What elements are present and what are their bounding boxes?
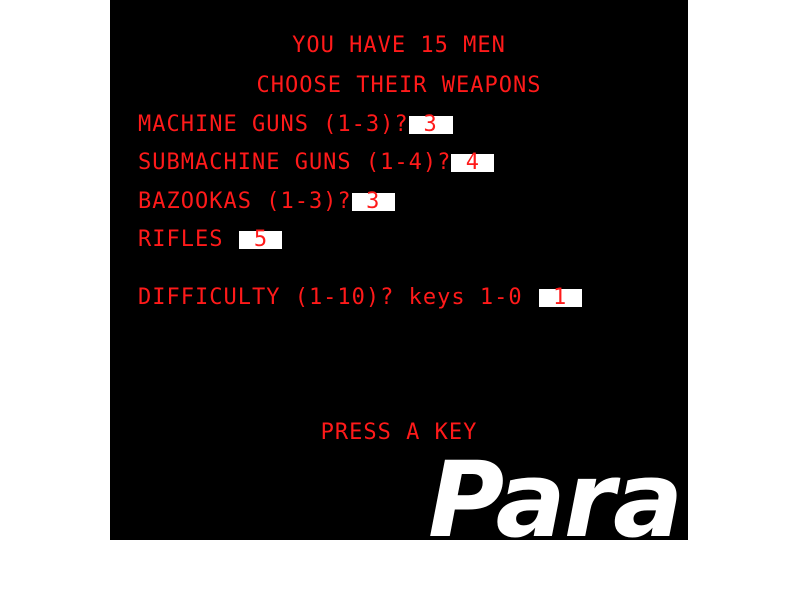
submachine-guns-prompt: SUBMACHINE GUNS (1-4)? 4 [138, 150, 495, 175]
bazookas-input[interactable]: 3 [351, 191, 395, 213]
rifles-prompt: RIFLES 5 [138, 227, 283, 252]
submachine-guns-input[interactable]: 4 [451, 152, 495, 174]
difficulty-label: DIFFICULTY (1-10)? keys 1-0 [138, 285, 523, 310]
submachine-guns-label: SUBMACHINE GUNS (1-4)? [138, 150, 452, 175]
machine-guns-input[interactable]: 3 [408, 114, 453, 136]
bazookas-label: BAZOOKAS (1-3)? [138, 189, 352, 214]
para-logo: Para [428, 439, 683, 540]
difficulty-prompt: DIFFICULTY (1-10)? keys 1-0 1 [138, 286, 582, 310]
difficulty-input[interactable]: 1 [538, 287, 582, 309]
machine-guns-label: MACHINE GUNS (1-3)? [138, 112, 409, 137]
rifles-input[interactable]: 5 [239, 229, 283, 251]
machine-guns-prompt: MACHINE GUNS (1-3)? 3 [138, 113, 453, 137]
men-count-line: YOU HAVE 15 MEN [292, 33, 506, 58]
rifles-label: RIFLES [138, 227, 224, 252]
game-screen: YOU HAVE 15 MEN CHOOSE THEIR WEAPONS MAC… [110, 0, 688, 540]
choose-weapons-heading: CHOOSE THEIR WEAPONS [256, 73, 542, 98]
bazookas-prompt: BAZOOKAS (1-3)? 3 [138, 190, 395, 214]
